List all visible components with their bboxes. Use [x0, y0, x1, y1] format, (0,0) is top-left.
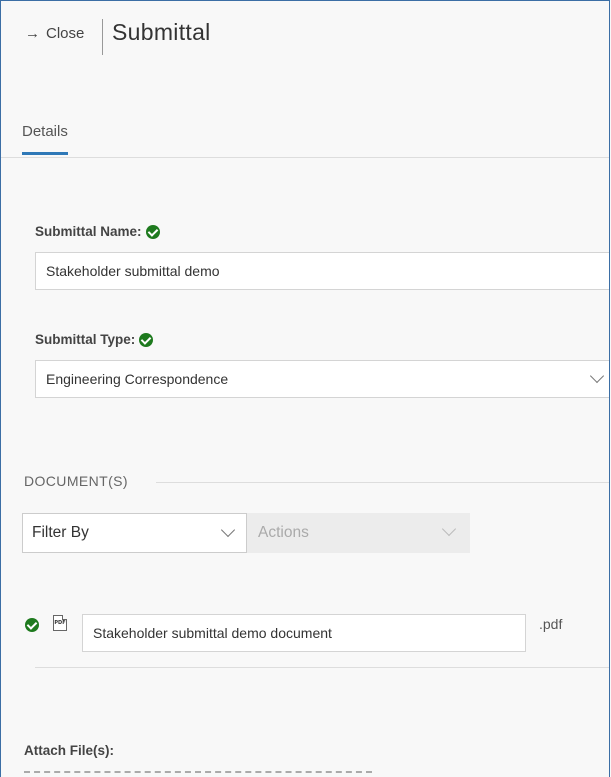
pdf-file-icon: PDF [53, 615, 67, 631]
submittal-type-label: Submittal Type: [35, 332, 154, 347]
document-name-input[interactable] [82, 614, 526, 652]
header-divider [102, 19, 103, 55]
actions-label: Actions [258, 524, 309, 541]
tab-details[interactable]: Details [22, 123, 68, 155]
submittal-type-value: Engineering Correspondence [46, 371, 229, 387]
filter-by-label: Filter By [32, 524, 89, 541]
submittal-name-label: Submittal Name: [35, 224, 160, 239]
close-button[interactable]: → Close [25, 25, 84, 42]
section-divider [156, 482, 609, 483]
check-circle-icon [25, 618, 39, 632]
close-label: Close [46, 25, 85, 42]
submittal-type-label-text: Submittal Type: [35, 332, 136, 347]
submittal-name-label-text: Submittal Name: [35, 224, 142, 239]
filter-by-select[interactable]: Filter By [22, 513, 247, 553]
submittal-panel: → Close Submittal Details Submittal Name… [0, 0, 610, 777]
submittal-type-select[interactable]: Engineering Correspondence [35, 360, 609, 398]
chevron-down-icon [220, 522, 236, 538]
check-circle-icon [145, 224, 160, 239]
row-divider [35, 667, 609, 668]
file-extension: .pdf [539, 616, 563, 632]
tab-bar: Details [1, 119, 609, 158]
page-title: Submittal [112, 19, 211, 45]
documents-section-title: DOCUMENT(S) [24, 473, 128, 489]
attach-files-label: Attach File(s): [24, 743, 115, 758]
arrow-right-icon: → [25, 25, 40, 42]
submittal-name-input[interactable] [35, 252, 609, 290]
file-dropzone[interactable] [24, 771, 372, 777]
chevron-down-icon [441, 521, 457, 537]
actions-select[interactable]: Actions [247, 513, 470, 553]
check-circle-icon [139, 332, 154, 347]
chevron-down-icon [589, 368, 605, 384]
panel-header: → Close Submittal [1, 1, 609, 71]
